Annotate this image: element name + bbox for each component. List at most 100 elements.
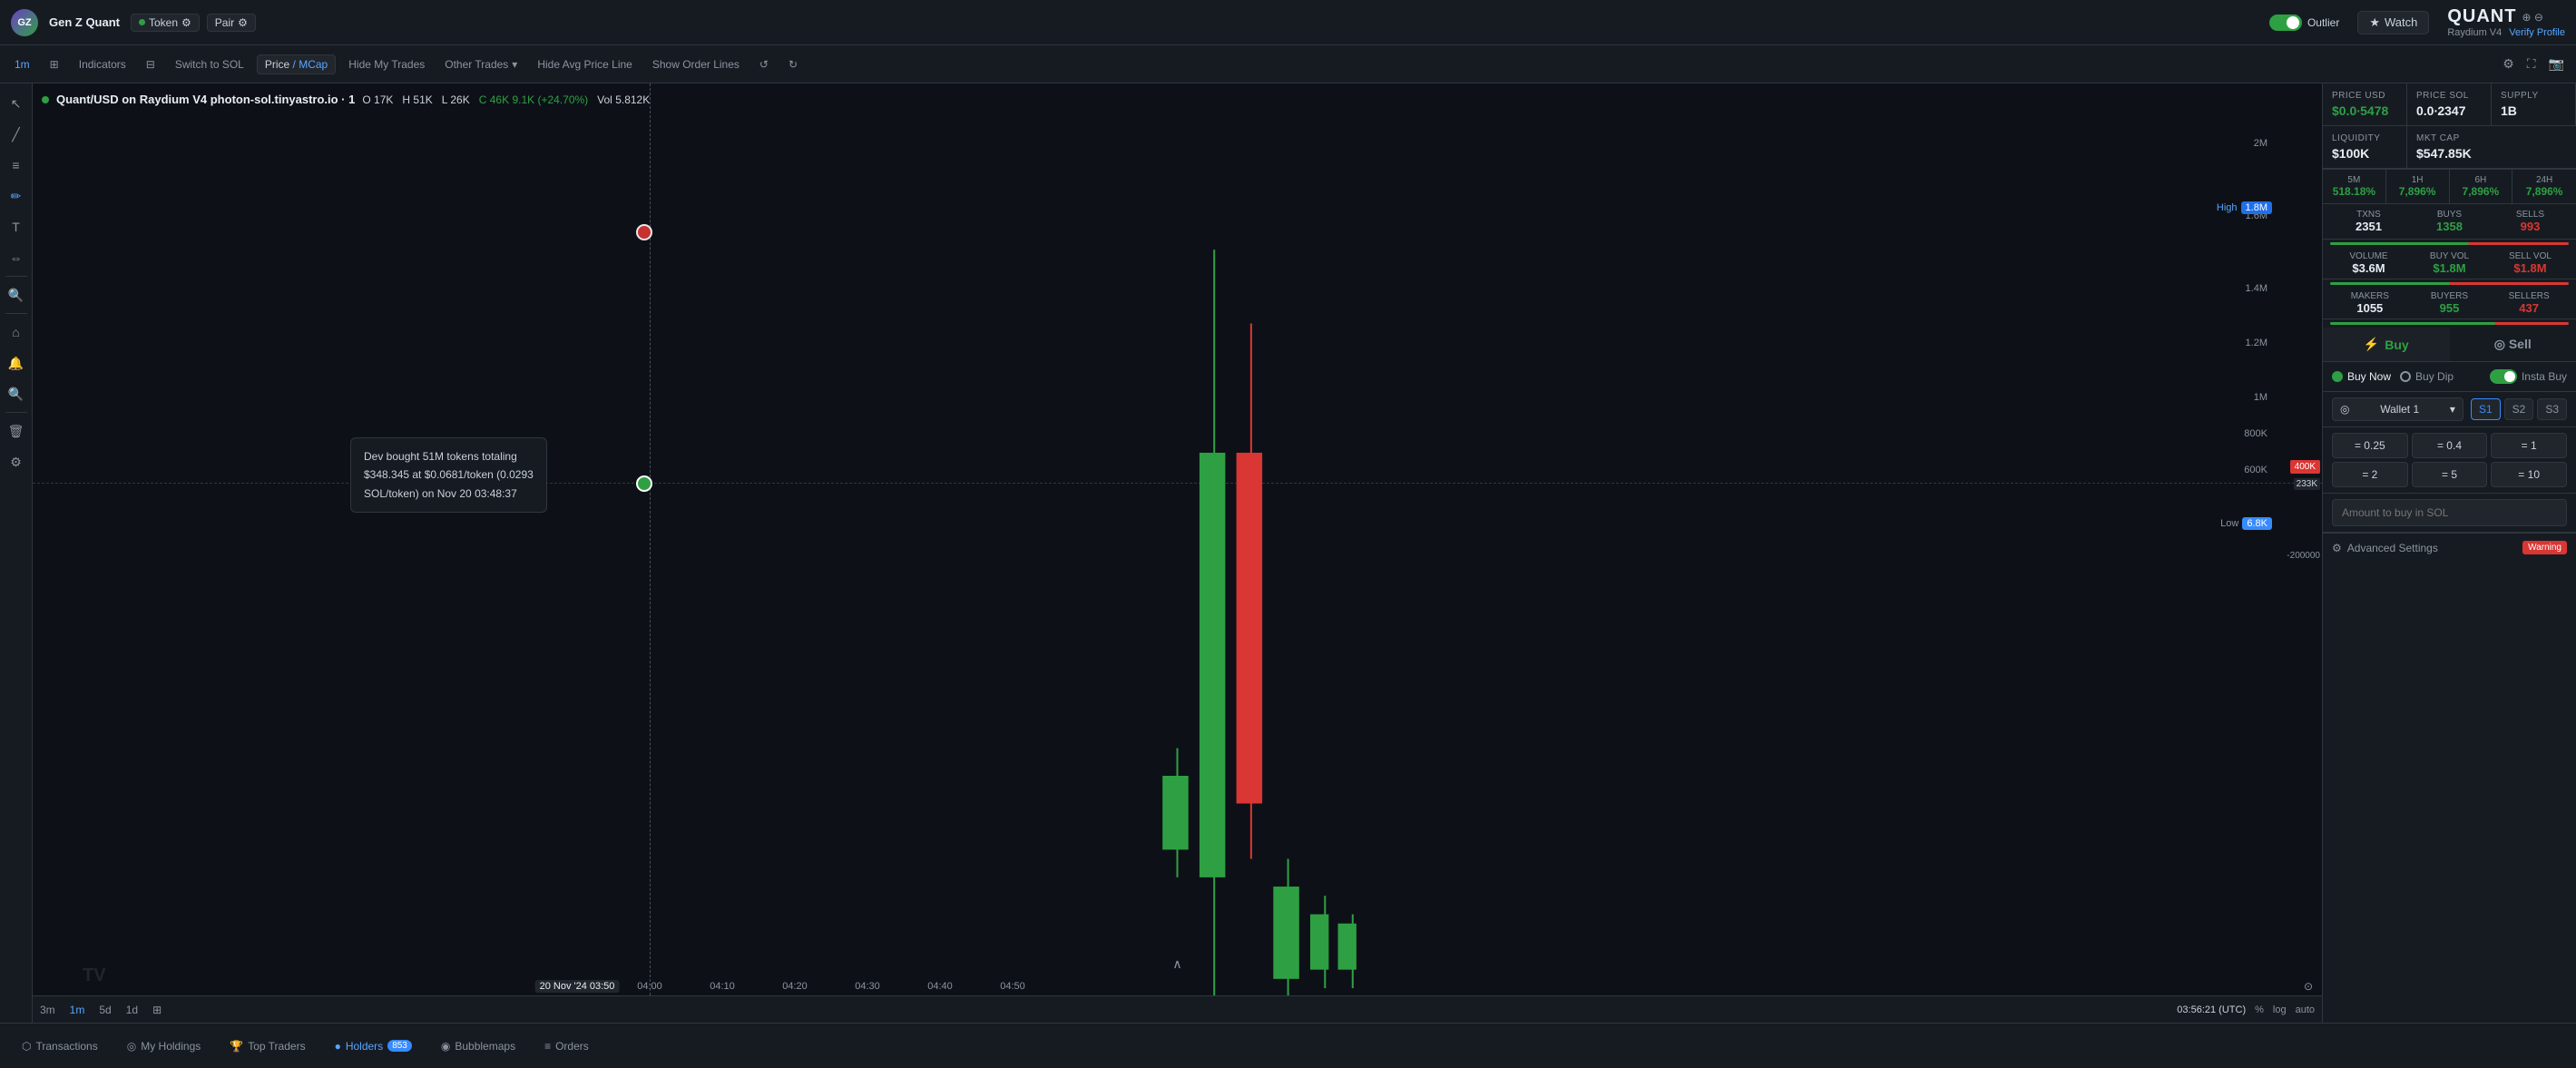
- preset-5[interactable]: = 5: [2412, 462, 2488, 487]
- amount-input[interactable]: [2332, 499, 2567, 526]
- draw-horiz-tool[interactable]: ≡: [4, 152, 29, 178]
- period-5d[interactable]: 5d: [99, 1004, 111, 1016]
- s1-btn[interactable]: S1: [2471, 398, 2501, 420]
- buy-sell-tabs: ⚡ Buy ◎ Sell: [2323, 328, 2576, 362]
- supply-cell: SUPPLY 1B: [2492, 83, 2576, 126]
- measure-tool[interactable]: ⇔: [4, 245, 29, 270]
- text-tool[interactable]: T: [4, 214, 29, 240]
- tool-sep-3: [5, 412, 27, 413]
- outlier-toggle[interactable]: [2269, 15, 2302, 31]
- preset-2[interactable]: = 2: [2332, 462, 2408, 487]
- token-dot: [139, 19, 145, 25]
- timeframe-icon-btn[interactable]: ⊞: [43, 54, 66, 74]
- cursor-tool[interactable]: ↖: [4, 91, 29, 116]
- s3-btn[interactable]: S3: [2537, 398, 2567, 420]
- buy-tab[interactable]: ⚡ Buy: [2323, 328, 2450, 361]
- token-badge[interactable]: Token ⚙: [131, 14, 200, 32]
- bubblemaps-icon: ◉: [441, 1040, 450, 1053]
- insta-buy-toggle[interactable]: Insta Buy: [2490, 369, 2567, 384]
- makers-section: MAKERS 1055 BUYERS 955 SELLERS 437: [2323, 288, 2576, 319]
- mkt-cap-cell: MKT CAP $547.85K: [2407, 126, 2576, 169]
- switch-sol-btn[interactable]: Switch to SOL: [168, 54, 251, 74]
- time-0400: 04:00: [637, 981, 662, 992]
- period-1d[interactable]: 1d: [126, 1004, 138, 1016]
- outlier-toggle-row: Outlier: [2269, 15, 2339, 31]
- left-tools: ↖ ╱ ≡ ✏ T ⇔ 🔍 ⌂ 🔔 🔍 🗑 ⚙: [0, 83, 33, 1023]
- amount-input-row: [2323, 494, 2576, 533]
- lightning-icon: ⚡: [2364, 337, 2379, 352]
- price-1-2m: 1.2M: [2246, 338, 2267, 348]
- search-chart-tool[interactable]: 🔍: [4, 381, 29, 407]
- home-tool[interactable]: ⌂: [4, 319, 29, 345]
- settings-icon-btn[interactable]: ⚙: [2498, 52, 2519, 76]
- other-trades-btn[interactable]: Other Trades ▾: [437, 54, 524, 74]
- settings-tool[interactable]: ⚙: [4, 449, 29, 475]
- camera-icon-btn[interactable]: 📷: [2544, 52, 2569, 76]
- star-icon: ★: [2369, 15, 2380, 30]
- buy-now-option[interactable]: Buy Now: [2332, 370, 2391, 383]
- sell-tab[interactable]: ◎ Sell: [2450, 328, 2576, 361]
- tab-holders[interactable]: ● Holders 853: [322, 1034, 425, 1058]
- hide-trades-btn[interactable]: Hide My Trades: [341, 54, 432, 74]
- s2-btn[interactable]: S2: [2504, 398, 2534, 420]
- draw-pencil-tool[interactable]: ✏: [4, 183, 29, 209]
- supply-value: 1B: [2501, 103, 2566, 118]
- txns-section: TXNS 2351 BUYS 1358 SELLS 993: [2323, 204, 2576, 240]
- chart-bottom-right: 03:56:21 (UTC) % log auto: [2177, 1004, 2315, 1015]
- orders-icon: ≡: [544, 1040, 551, 1053]
- price-usd-cell: PRICE USD $0.0∙5478: [2323, 83, 2407, 126]
- txns-cell: TXNS 2351: [2330, 210, 2407, 233]
- circle-dot-icon: ◎: [2494, 337, 2505, 351]
- buy-now-radio: [2332, 371, 2343, 382]
- liquidity-cell: LIQUIDITY $100K: [2323, 126, 2407, 169]
- undo-btn[interactable]: ↺: [752, 54, 776, 74]
- timeframe-btn[interactable]: 1m: [7, 54, 37, 74]
- draw-line-tool[interactable]: ╱: [4, 122, 29, 147]
- show-order-btn[interactable]: Show Order Lines: [645, 54, 747, 74]
- tab-bubblemaps[interactable]: ◉ Bubblemaps: [428, 1034, 528, 1058]
- verify-link[interactable]: Verify Profile: [2509, 27, 2565, 38]
- indicators-btn[interactable]: Indicators: [72, 54, 133, 74]
- zoom-tool[interactable]: 🔍: [4, 282, 29, 308]
- hide-avg-btn[interactable]: Hide Avg Price Line: [530, 54, 640, 74]
- preset-10[interactable]: = 10: [2491, 462, 2567, 487]
- symbol-name: Quant/USD on Raydium V4 photon-sol.tinya…: [56, 93, 355, 106]
- holders-count: 853: [387, 1040, 412, 1052]
- makers-cell: MAKERS 1055: [2330, 291, 2410, 315]
- high-price-badge: High 1.8M: [2217, 201, 2272, 214]
- preset-0-4[interactable]: = 0.4: [2412, 433, 2488, 458]
- period-3m[interactable]: 3m: [40, 1004, 55, 1016]
- layout-btn[interactable]: ⊟: [139, 54, 162, 74]
- tab-orders[interactable]: ≡ Orders: [532, 1034, 602, 1058]
- alert-tool[interactable]: 🔔: [4, 350, 29, 376]
- insta-buy-switch[interactable]: [2490, 369, 2517, 384]
- price-mcap-btn[interactable]: Price / MCap: [257, 54, 336, 74]
- period-icon[interactable]: ⊞: [152, 1004, 162, 1016]
- tab-my-holdings[interactable]: ◎ My Holdings: [114, 1034, 214, 1058]
- sell-vol-cell: SELL VOL $1.8M: [2492, 251, 2569, 275]
- pair-badge[interactable]: Pair ⚙: [207, 14, 256, 32]
- open-val: O 17K: [362, 93, 393, 106]
- watch-button[interactable]: ★ Watch: [2357, 11, 2429, 34]
- price-2m: 2M: [2254, 138, 2267, 149]
- quant-branding: QUANT ⊕ ⊖ Raydium V4 Verify Profile: [2447, 6, 2565, 38]
- pct-btn[interactable]: %: [2255, 1004, 2264, 1015]
- preset-1[interactable]: = 1: [2491, 433, 2567, 458]
- fullscreen-icon-btn[interactable]: ⛶: [2522, 52, 2541, 76]
- tab-transactions[interactable]: ⬡ Transactions: [9, 1034, 111, 1058]
- wallet-select[interactable]: ◎ Wallet 1 ▾: [2332, 397, 2463, 421]
- s-buttons: S1 S2 S3: [2471, 398, 2567, 420]
- chart-bottom-bar: 3m 1m 5d 1d ⊞ 03:56:21 (UTC) % log auto: [33, 995, 2322, 1023]
- volume-cell: VOLUME $3.6M: [2330, 251, 2407, 275]
- tab-top-traders[interactable]: 🏆 Top Traders: [217, 1034, 318, 1058]
- advanced-settings-btn[interactable]: ⚙ Advanced Settings Warning: [2323, 533, 2576, 562]
- buy-dip-option[interactable]: Buy Dip: [2400, 370, 2454, 383]
- time-adjust-icon[interactable]: ⊙: [2304, 980, 2313, 993]
- collapse-arrow[interactable]: ∧: [1172, 956, 1181, 972]
- redo-btn[interactable]: ↻: [781, 54, 805, 74]
- log-btn[interactable]: log: [2273, 1004, 2287, 1015]
- trash-tool[interactable]: 🗑: [4, 418, 29, 444]
- auto-btn[interactable]: auto: [2296, 1004, 2315, 1015]
- period-1m[interactable]: 1m: [70, 1004, 85, 1016]
- preset-0-25[interactable]: = 0.25: [2332, 433, 2408, 458]
